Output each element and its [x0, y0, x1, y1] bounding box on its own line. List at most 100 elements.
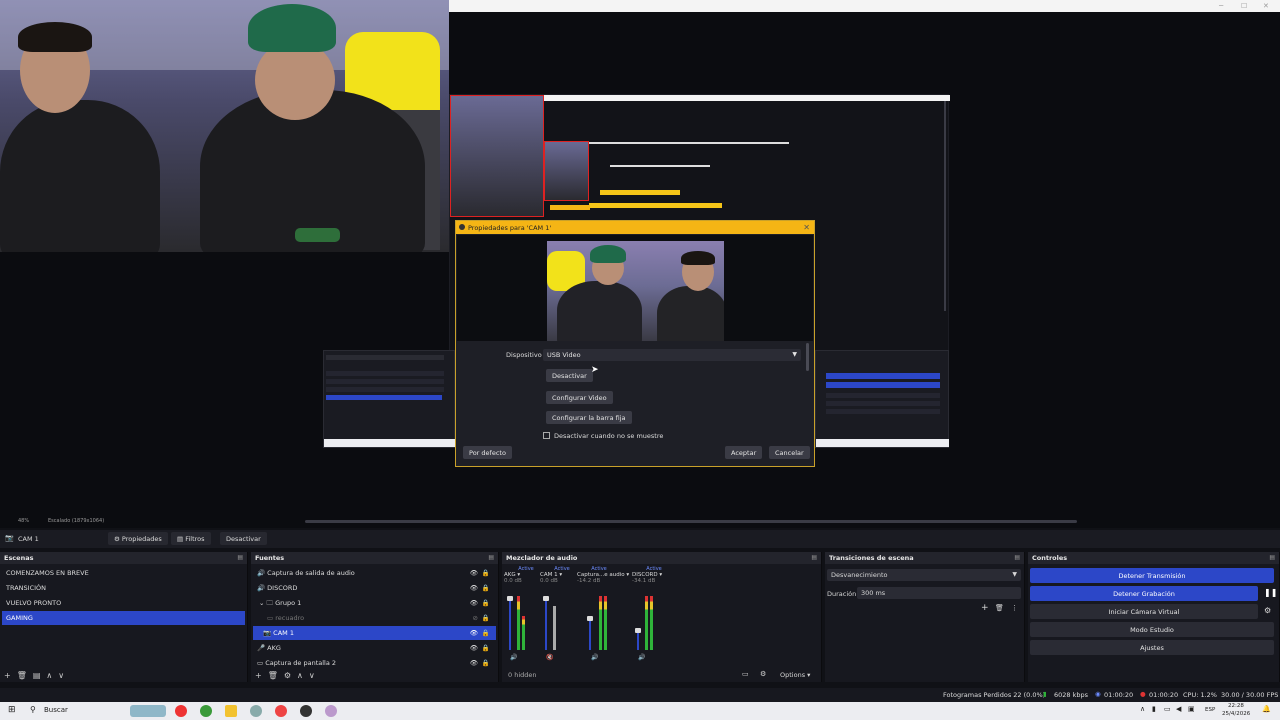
device-select[interactable]: USB Video ▼: [543, 349, 801, 361]
app-icon[interactable]: [325, 705, 337, 717]
eye-hidden-icon[interactable]: ⊘: [473, 614, 478, 622]
chevron-up-icon[interactable]: ∧: [1140, 705, 1145, 713]
volume-slider[interactable]: [589, 616, 591, 650]
duration-input[interactable]: 300 ms: [857, 587, 1021, 599]
accept-button[interactable]: Aceptar: [725, 446, 763, 459]
scene-item-selected[interactable]: GAMING: [2, 611, 245, 625]
eye-icon[interactable]: 👁: [470, 569, 478, 577]
stop-stream-button[interactable]: Detener Transmisión: [1030, 568, 1274, 583]
lock-icon[interactable]: 🔒: [482, 599, 490, 607]
eye-icon[interactable]: 👁: [470, 599, 478, 607]
dock-menu-icon[interactable]: ▤: [1014, 554, 1020, 561]
volume-icon[interactable]: ◀: [1176, 705, 1181, 713]
dock-menu-icon[interactable]: ▤: [811, 554, 817, 561]
filter-icon[interactable]: ▤: [33, 671, 47, 680]
app-icon[interactable]: [250, 705, 262, 717]
eye-icon[interactable]: 👁: [470, 584, 478, 592]
tray-icon[interactable]: ▣: [1188, 705, 1195, 713]
maximize-icon[interactable]: ☐: [1241, 2, 1247, 10]
lock-icon[interactable]: 🔒: [482, 629, 490, 637]
search-icon[interactable]: ⚲: [30, 705, 36, 714]
network-icon[interactable]: ▭: [1164, 705, 1171, 713]
up-icon[interactable]: ∧: [297, 671, 309, 680]
clock-date[interactable]: 25/4/2026: [1222, 711, 1250, 717]
eye-icon[interactable]: 👁: [470, 644, 478, 652]
gear-icon[interactable]: ⚙: [284, 671, 297, 680]
eye-icon[interactable]: 👁: [470, 659, 478, 667]
close-icon[interactable]: ✕: [803, 223, 810, 232]
scene-item[interactable]: TRANSICIÓN: [2, 581, 245, 595]
chrome-icon[interactable]: [275, 705, 287, 717]
chrome-icon[interactable]: [175, 705, 187, 717]
speaker-icon[interactable]: 🔊: [591, 654, 598, 661]
filters-button[interactable]: ▤ Filtros: [171, 532, 211, 545]
properties-button[interactable]: ⚙ Propiedades: [108, 532, 168, 545]
add-icon[interactable]: +: [4, 671, 17, 680]
volume-slider[interactable]: [545, 596, 547, 650]
configure-crossbar-button[interactable]: Configurar la barra fija: [546, 411, 632, 424]
notification-icon[interactable]: 🔔: [1262, 705, 1271, 713]
deactivate-hidden-checkbox[interactable]: [543, 432, 550, 439]
options-menu[interactable]: Options ▾: [780, 671, 810, 679]
folder-icon[interactable]: [225, 705, 237, 717]
configure-video-button[interactable]: Configurar Video: [546, 391, 613, 404]
trash-icon[interactable]: 🗑: [995, 604, 1004, 612]
sources-toolbar[interactable]: +🗑⚙∧∨: [255, 671, 321, 680]
lock-icon[interactable]: 🔒: [482, 614, 490, 622]
clock-time[interactable]: 22:28: [1228, 703, 1244, 709]
deactivate-source-button[interactable]: Desactivar: [220, 532, 267, 545]
down-icon[interactable]: ∨: [309, 671, 321, 680]
scenes-toolbar[interactable]: +🗑▤∧∨: [4, 671, 70, 680]
eye-icon[interactable]: 👁: [470, 629, 478, 637]
chrome-icon[interactable]: [200, 705, 212, 717]
source-item-selected[interactable]: 📷 CAM 1 👁 🔒: [253, 626, 496, 640]
language-indicator[interactable]: ESP: [1205, 707, 1215, 713]
settings-button[interactable]: Ajustes: [1030, 640, 1274, 655]
dock-menu-icon[interactable]: ▤: [237, 554, 243, 561]
stop-recording-button[interactable]: Detener Grabación: [1030, 586, 1258, 601]
layout-icon[interactable]: ▭: [742, 670, 749, 678]
source-item[interactable]: ▭ recuadro ⊘ 🔒: [253, 611, 496, 625]
more-icon[interactable]: ⋮: [1011, 604, 1018, 612]
virtual-camera-button[interactable]: Iniciar Cámara Virtual: [1030, 604, 1258, 619]
add-icon[interactable]: +: [981, 603, 989, 613]
dock-menu-icon[interactable]: ▤: [1269, 554, 1275, 561]
battery-icon[interactable]: ▮: [1152, 705, 1156, 713]
up-icon[interactable]: ∧: [46, 671, 58, 680]
lock-icon[interactable]: 🔒: [482, 659, 490, 667]
volume-knob[interactable]: [635, 628, 641, 633]
deactivate-device-button[interactable]: Desactivar: [546, 369, 593, 382]
lock-icon[interactable]: 🔒: [482, 584, 490, 592]
widget-icon[interactable]: [130, 705, 166, 717]
studio-mode-button[interactable]: Modo Estudio: [1030, 622, 1274, 637]
scene-item[interactable]: VUELVO PRONTO: [2, 596, 245, 610]
speaker-icon[interactable]: 🔊: [510, 654, 517, 661]
preview-horizontal-scrollbar[interactable]: [305, 520, 1077, 523]
dialog-title[interactable]: Propiedades para 'CAM 1': [456, 221, 814, 234]
source-item[interactable]: 🔊 Captura de salida de audio 👁 🔒: [253, 566, 496, 580]
volume-slider[interactable]: [509, 596, 511, 650]
source-item[interactable]: ▭ Captura de pantalla 2 👁 🔒: [253, 656, 496, 670]
taskbar-search[interactable]: Buscar: [44, 706, 68, 714]
obs-icon[interactable]: [300, 705, 312, 717]
speaker-icon[interactable]: 🔊: [638, 654, 645, 661]
trash-icon[interactable]: 🗑: [268, 671, 284, 680]
obs-preview-canvas[interactable]: ─ ☐ ✕ Propiedades para 'CAM 1' ✕ Disposi…: [0, 0, 1280, 528]
windows-start-icon[interactable]: ⊞: [8, 705, 16, 715]
close-icon[interactable]: ✕: [1263, 2, 1269, 10]
dialog-scrollbar[interactable]: [806, 343, 809, 371]
source-group[interactable]: ⌄ 🗀 Grupo 1 👁 🔒: [253, 596, 496, 610]
defaults-button[interactable]: Por defecto: [463, 446, 512, 459]
volume-knob[interactable]: [587, 616, 593, 621]
volume-knob[interactable]: [507, 596, 513, 601]
down-icon[interactable]: ∨: [58, 671, 70, 680]
scene-item[interactable]: COMENZAMOS EN BREVE: [2, 566, 245, 580]
pause-icon[interactable]: ❚❚: [1264, 588, 1277, 597]
zoom-level[interactable]: 48%: [18, 518, 29, 524]
lock-icon[interactable]: 🔒: [482, 569, 490, 577]
preview-resolution[interactable]: Escalado (1879x1064): [48, 518, 104, 524]
source-item[interactable]: 🎤 AKG 👁 🔒: [253, 641, 496, 655]
add-icon[interactable]: +: [255, 671, 268, 680]
source-item[interactable]: 🔊 DISCORD 👁 🔒: [253, 581, 496, 595]
trash-icon[interactable]: 🗑: [17, 671, 33, 680]
